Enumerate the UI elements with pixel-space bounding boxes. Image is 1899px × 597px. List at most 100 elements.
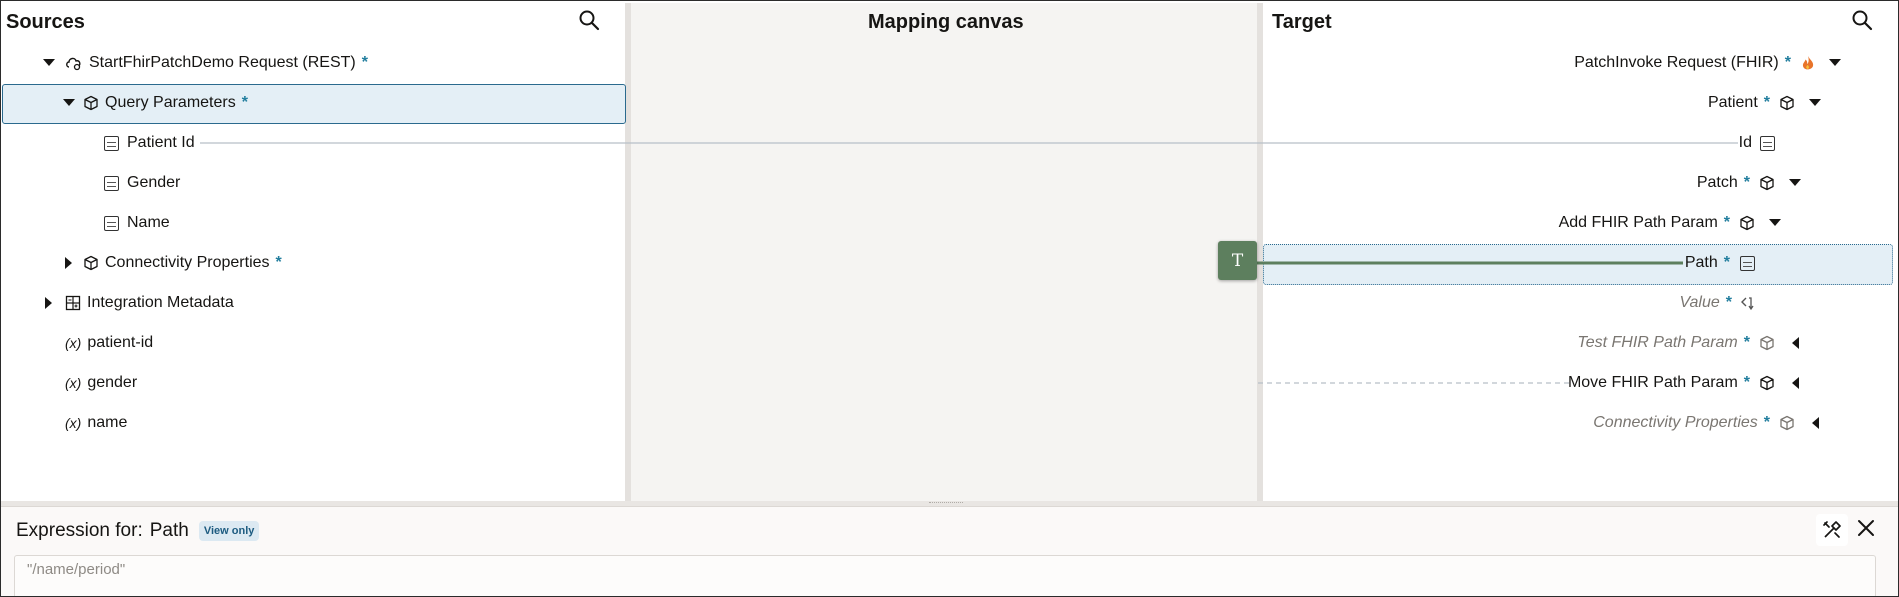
target-path-node[interactable]: Path * (1685, 243, 1755, 283)
target-search-icon[interactable] (1851, 9, 1873, 31)
expression-editor[interactable]: "/name/period" (14, 555, 1876, 596)
chevron-down-icon[interactable] (61, 95, 77, 111)
required-marker: * (361, 54, 368, 71)
expression-value: "/name/period" (27, 561, 126, 578)
source-patient-id-node[interactable]: Patient Id (104, 123, 195, 163)
rest-cloud-icon (65, 55, 83, 71)
target-path-label: Path (1684, 254, 1718, 271)
target-request-node[interactable]: PatchInvoke Request (FHIR) * (1574, 43, 1843, 83)
source-gender-node[interactable]: Gender (104, 163, 180, 203)
chevron-right-icon[interactable] (41, 295, 57, 311)
canvas-title: Mapping canvas (868, 11, 1024, 33)
source-query-parameters-node[interactable]: Query Parameters * (61, 83, 248, 123)
cube-icon (1759, 175, 1775, 191)
mapping-canvas-panel (629, 3, 1257, 501)
metadata-grid-icon (65, 295, 81, 311)
source-gender-label: Gender (127, 174, 181, 191)
cube-icon (1759, 335, 1775, 351)
variable-icon: (x) (65, 375, 82, 391)
source-var-patient-id-node[interactable]: (x) patient-id (65, 323, 153, 363)
text-field-icon (1760, 135, 1775, 151)
target-patch-node[interactable]: Patch * (1697, 163, 1803, 203)
mapper-app: Sources Mapping canvas Target T StartFhi… (0, 0, 1899, 597)
chevron-left-icon[interactable] (1807, 415, 1823, 431)
required-marker: * (1763, 94, 1770, 111)
chevron-down-icon[interactable] (41, 55, 57, 71)
variable-icon: (x) (65, 415, 82, 431)
source-var-gender-node[interactable]: (x) gender (65, 363, 137, 403)
target-title: Target (1272, 11, 1332, 33)
target-patient-label: Patient (1707, 94, 1758, 111)
expression-label: Expression for: (16, 520, 143, 541)
target-add-param-node[interactable]: Add FHIR Path Param * (1559, 203, 1783, 243)
source-var-patient-id-label: patient-id (87, 334, 154, 351)
required-marker: * (1784, 54, 1791, 71)
source-var-name-label: name (87, 414, 128, 431)
cube-icon (1779, 95, 1795, 111)
text-field-icon (104, 215, 119, 231)
text-field-icon (104, 175, 119, 191)
cube-icon (83, 255, 99, 271)
source-name-label: Name (127, 214, 170, 231)
chevron-down-icon[interactable] (1767, 215, 1783, 231)
expression-panel: Expression for: Path View only "/name/pe… (1, 506, 1898, 596)
target-move-param-node[interactable]: Move FHIR Path Param * (1568, 363, 1803, 403)
source-integration-metadata-node[interactable]: Integration Metadata (41, 283, 234, 323)
transform-function-node[interactable]: T (1218, 241, 1257, 280)
target-test-param-node[interactable]: Test FHIR Path Param * (1577, 323, 1803, 363)
target-patch-label: Patch (1696, 174, 1738, 191)
target-move-param-label: Move FHIR Path Param (1567, 374, 1738, 391)
chevron-left-icon[interactable] (1787, 335, 1803, 351)
required-marker: * (1725, 294, 1732, 311)
source-connectivity-node[interactable]: Connectivity Properties * (61, 243, 282, 283)
chevron-down-icon[interactable] (1787, 175, 1803, 191)
cube-icon (1779, 415, 1795, 431)
sources-search-icon[interactable] (578, 9, 600, 31)
source-name-node[interactable]: Name (104, 203, 170, 243)
required-marker: * (1743, 334, 1750, 351)
chevron-down-icon[interactable] (1807, 95, 1823, 111)
required-marker: * (1723, 254, 1730, 271)
source-request-label: StartFhirPatchDemo Request (REST) (89, 54, 356, 71)
source-var-gender-label: gender (87, 374, 138, 391)
text-field-icon (104, 135, 119, 151)
required-marker: * (1763, 414, 1770, 431)
target-id-node[interactable]: Id (1739, 123, 1775, 163)
close-icon[interactable] (1857, 519, 1875, 537)
required-marker: * (275, 254, 282, 271)
target-id-label: Id (1738, 134, 1752, 151)
target-connectivity-node[interactable]: Connectivity Properties * (1593, 403, 1823, 443)
cube-icon (1759, 375, 1775, 391)
view-only-badge: View only (198, 521, 260, 541)
source-var-name-node[interactable]: (x) name (65, 403, 127, 443)
expression-header: Expression for: Path View only (16, 520, 260, 542)
sources-canvas-divider[interactable] (625, 3, 631, 501)
source-connectivity-label: Connectivity Properties (105, 254, 270, 271)
chevron-left-icon[interactable] (1787, 375, 1803, 391)
source-query-parameters-label: Query Parameters (105, 94, 236, 111)
target-value-node[interactable]: Value * (1679, 283, 1758, 323)
sources-title: Sources (6, 11, 85, 33)
target-patient-node[interactable]: Patient * (1708, 83, 1823, 123)
chevron-right-icon[interactable] (61, 255, 77, 271)
text-field-icon (1740, 255, 1755, 271)
tools-icon (1823, 521, 1841, 538)
target-test-param-label: Test FHIR Path Param (1577, 334, 1738, 351)
target-connectivity-label: Connectivity Properties (1593, 414, 1758, 431)
target-request-label: PatchInvoke Request (FHIR) (1574, 54, 1779, 71)
function-glyph: T (1231, 250, 1244, 271)
source-request-node[interactable]: StartFhirPatchDemo Request (REST) * (41, 43, 368, 83)
cube-icon (1739, 215, 1755, 231)
target-value-label: Value (1679, 294, 1720, 311)
source-integration-metadata-label: Integration Metadata (87, 294, 234, 311)
expression-tools-button[interactable] (1816, 514, 1848, 546)
path-selection (1263, 244, 1893, 285)
required-marker: * (1743, 374, 1750, 391)
target-add-param-label: Add FHIR Path Param (1558, 214, 1718, 231)
variable-icon: (x) (65, 335, 82, 351)
choice-element-icon (1740, 294, 1758, 312)
fhir-flame-icon (1801, 55, 1815, 72)
chevron-down-icon[interactable] (1827, 55, 1843, 71)
required-marker: * (1743, 174, 1750, 191)
required-marker: * (1723, 214, 1730, 231)
